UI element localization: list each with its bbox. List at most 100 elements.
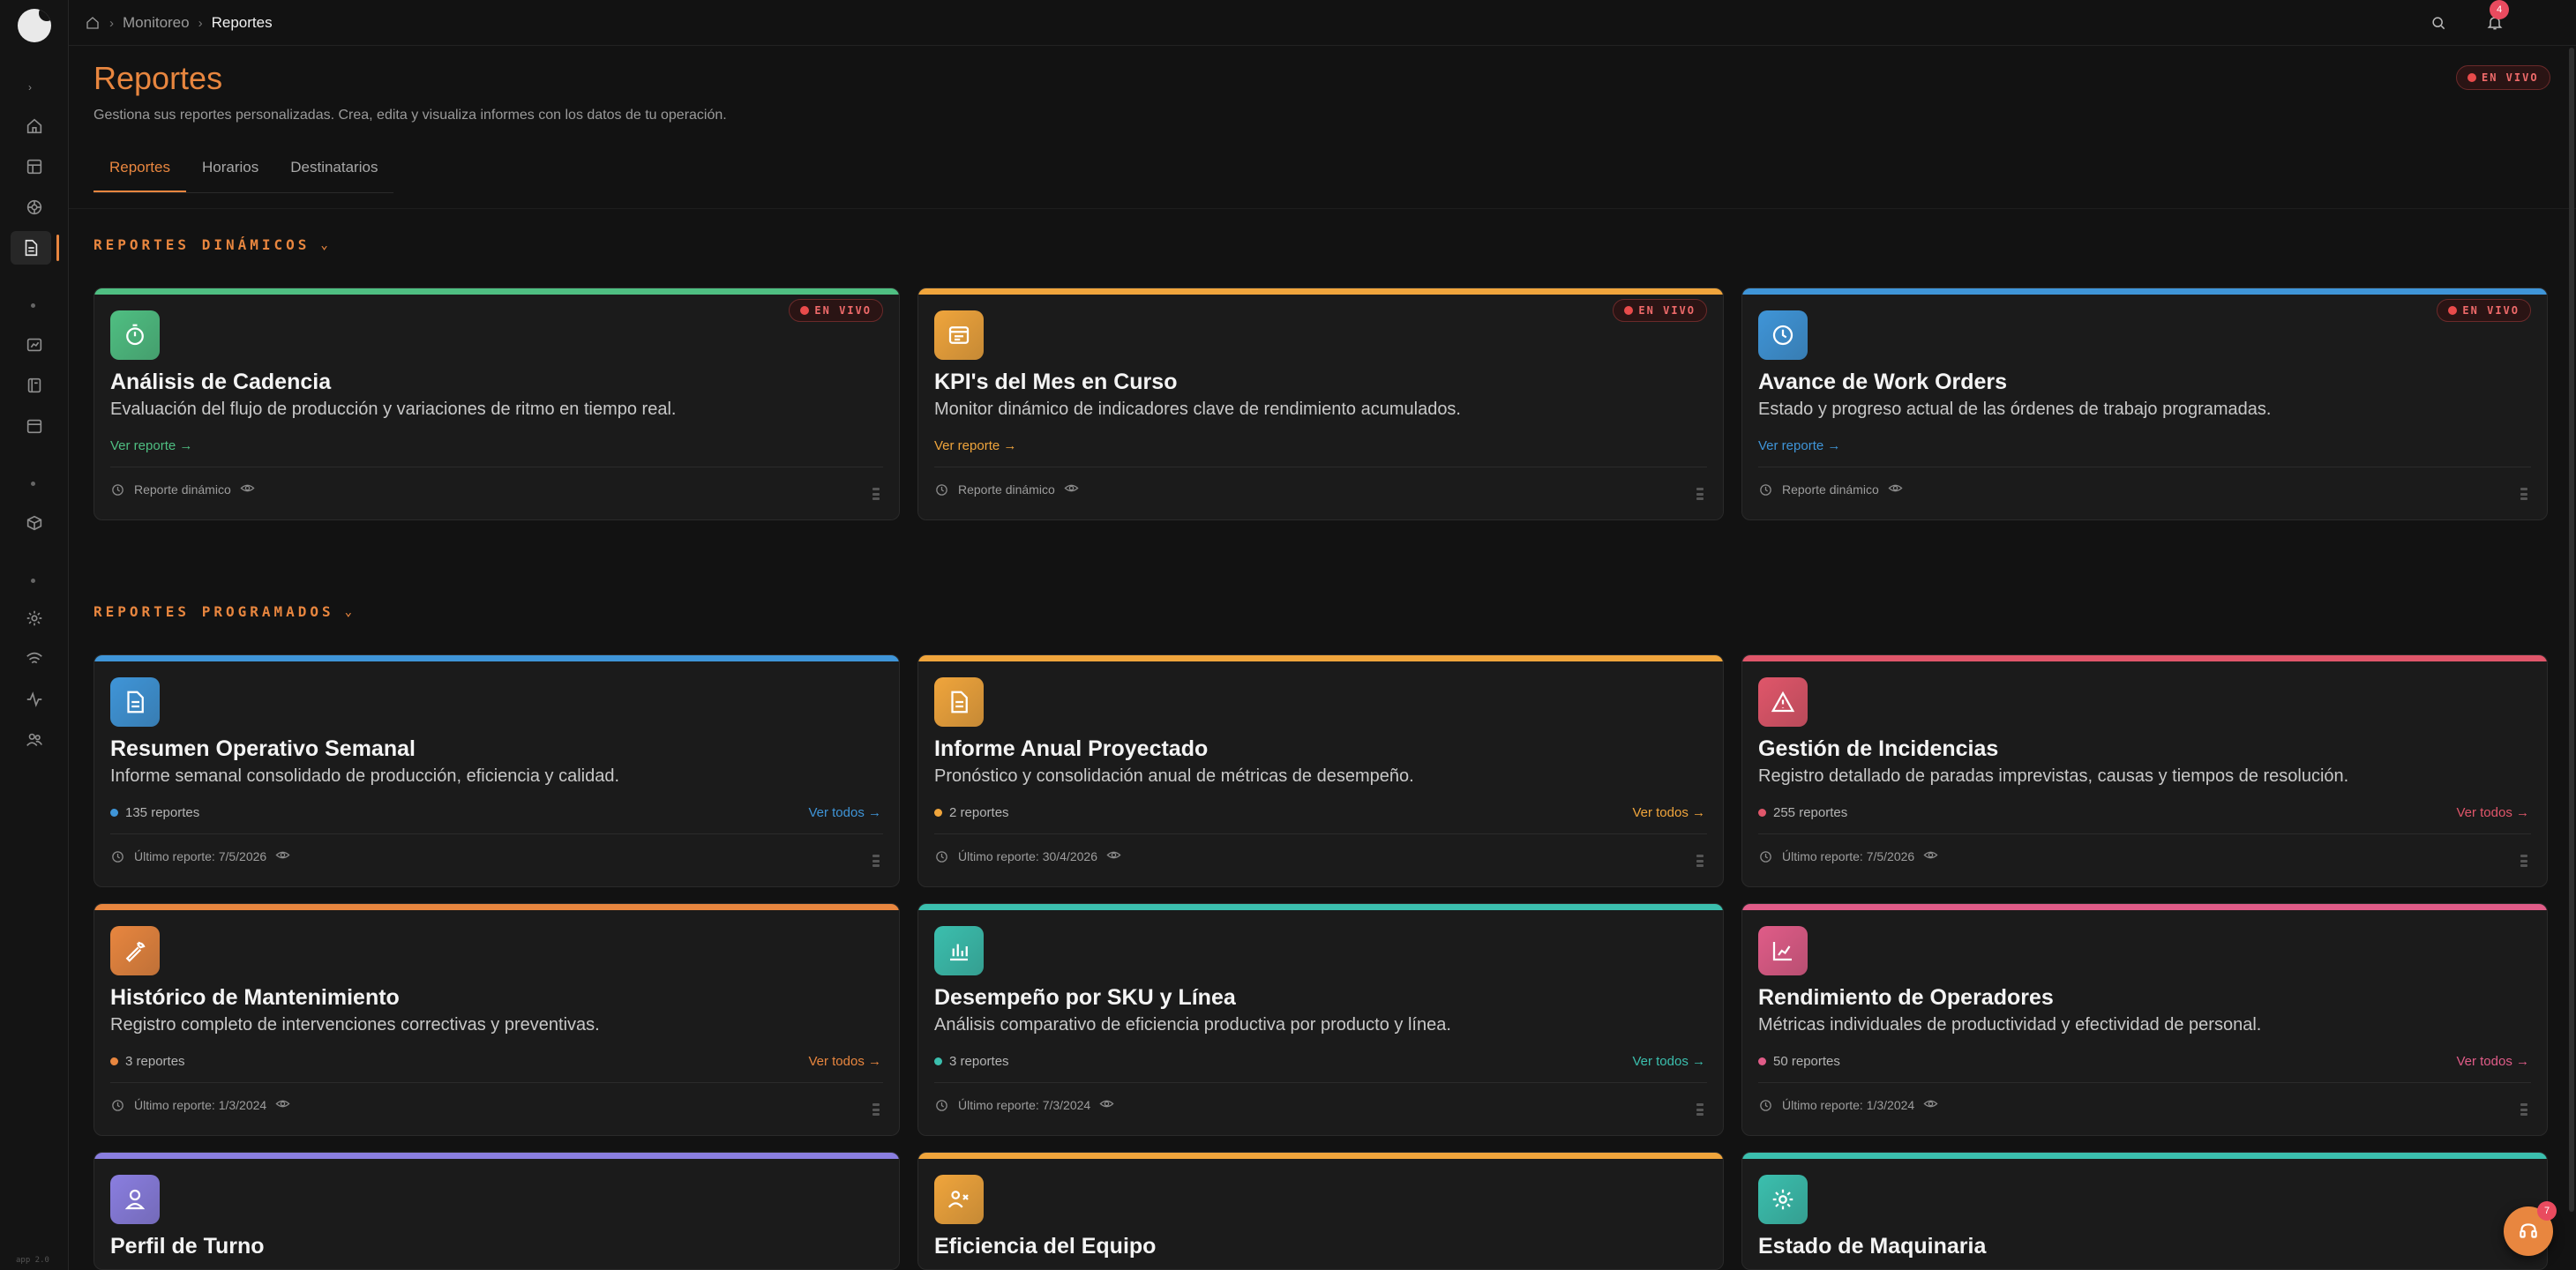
sidebar-item-reports[interactable]	[11, 231, 51, 265]
section-scheduled-header[interactable]: REPORTES PROGRAMADOS ⌄	[94, 603, 352, 620]
breadcrumb-monitoreo[interactable]: Monitoreo	[123, 14, 190, 32]
eye-icon[interactable]	[240, 481, 255, 498]
eye-icon[interactable]	[1888, 481, 1903, 498]
report-card-gestion-de-incidencias[interactable]: Gestión de Incidencias Registro detallado…	[1741, 654, 2548, 887]
live-dot-icon	[1624, 306, 1634, 315]
eye-icon[interactable]	[1106, 848, 1121, 865]
search-button[interactable]	[2426, 11, 2451, 35]
report-card-desempeno-por-sku-y-linea[interactable]: Desempeño por SKU y Línea Análisis compar…	[917, 903, 1724, 1136]
status-dot-icon	[1758, 1057, 1766, 1065]
analytics-icon	[26, 338, 42, 352]
view-report-link[interactable]: Ver reporte →	[1758, 438, 1840, 453]
live-badge-label: EN VIVO	[814, 304, 872, 317]
divider	[934, 833, 1707, 834]
view-report-link[interactable]: Ver reporte →	[934, 438, 1016, 453]
section-dynamic-header[interactable]: REPORTES DINÁMICOS ⌄	[94, 236, 328, 253]
sidebar-item-home[interactable]	[18, 109, 51, 143]
report-card-resumen-operativo-semanal[interactable]: Resumen Operativo Semanal Informe semanal…	[94, 654, 900, 887]
card-description: Informe semanal consolidado de producció…	[110, 766, 620, 786]
delete-icon[interactable]	[872, 1103, 880, 1116]
card-footer-label: Reporte dinámico	[134, 482, 231, 497]
delete-icon[interactable]	[2520, 1103, 2527, 1116]
sidebar-item-inventory[interactable]	[18, 506, 51, 540]
sidebar-item-users[interactable]	[18, 723, 51, 757]
card-accent-bar	[918, 1153, 1723, 1159]
status-dot-icon	[110, 809, 118, 817]
help-badge: 7	[2537, 1201, 2557, 1221]
report-card-eficiencia-del-equipo[interactable]: Eficiencia del Equipo	[917, 1152, 1724, 1270]
sidebar-item-connectivity[interactable]	[18, 642, 51, 676]
support-icon	[2520, 1223, 2537, 1238]
scrollbar[interactable]	[2569, 48, 2574, 1212]
report-card-rendimiento-de-operadores[interactable]: Rendimiento de Operadores Métricas indivi…	[1741, 903, 2548, 1136]
view-all-link[interactable]: Ver todos →	[1632, 1054, 1705, 1069]
view-all-link[interactable]: Ver todos →	[808, 805, 881, 820]
report-card-estado-de-maquinaria[interactable]: Estado de Maquinaria	[1741, 1152, 2548, 1270]
clock-icon	[112, 1099, 124, 1111]
view-all-link[interactable]: Ver todos →	[2456, 805, 2529, 820]
sidebar-item-activity[interactable]	[18, 683, 51, 716]
view-report-link[interactable]: Ver reporte →	[110, 438, 192, 453]
view-all-link[interactable]: Ver todos →	[808, 1054, 881, 1069]
bar-chart-icon	[934, 926, 984, 975]
tab-horarios[interactable]: Horarios	[186, 152, 274, 192]
report-card-analisis-de-cadencia[interactable]: Análisis de Cadencia EN VIVO Evaluación de…	[94, 288, 900, 520]
eye-icon[interactable]	[275, 848, 290, 865]
divider	[934, 1082, 1707, 1083]
card-title: Desempeño por SKU y Línea	[934, 985, 1236, 1010]
eye-icon[interactable]	[1099, 1096, 1114, 1114]
eye-icon[interactable]	[1064, 481, 1079, 498]
view-all-link[interactable]: Ver todos →	[2456, 1054, 2529, 1069]
tab-destinatarios[interactable]: Destinatarios	[274, 152, 393, 192]
live-dot-icon	[2448, 306, 2458, 315]
home-icon[interactable]	[85, 15, 101, 31]
card-title: Rendimiento de Operadores	[1758, 985, 2054, 1010]
card-footer: Reporte dinámico	[934, 481, 1079, 498]
app-logo[interactable]	[18, 9, 51, 42]
delete-icon[interactable]	[872, 488, 880, 500]
sidebar-item-dashboard[interactable]	[18, 150, 51, 183]
clock-icon	[1760, 483, 1771, 496]
report-card-perfil-de-turno[interactable]: Perfil de Turno	[94, 1152, 900, 1270]
clock-icon	[936, 850, 947, 863]
card-footer-label: Reporte dinámico	[958, 482, 1055, 497]
sidebar-item-documents[interactable]	[18, 369, 51, 402]
chevron-right-icon[interactable]: ›	[28, 82, 37, 93]
section-dynamic-label: REPORTES DINÁMICOS	[94, 236, 311, 253]
clock-icon	[936, 1099, 947, 1111]
active-indicator	[56, 235, 59, 261]
eye-icon[interactable]	[1923, 848, 1938, 865]
delete-icon[interactable]	[2520, 855, 2527, 867]
chevron-down-icon: ⌄	[344, 604, 353, 619]
sidebar-item-analytics[interactable]	[18, 328, 51, 362]
report-card-avance-de-work-orders[interactable]: Avance de Work Orders EN VIVO Estado y pro…	[1741, 288, 2548, 520]
app-version: app 2.0	[16, 1256, 49, 1265]
delete-icon[interactable]	[1696, 855, 1704, 867]
section-scheduled-label: REPORTES PROGRAMADOS	[94, 603, 334, 620]
card-accent-bar	[94, 1153, 899, 1159]
eye-icon[interactable]	[275, 1096, 290, 1114]
sidebar-item-monitor[interactable]	[18, 190, 51, 224]
report-card-informe-anual-proyectado[interactable]: Informe Anual Proyectado Pronóstico y con…	[917, 654, 1724, 887]
clock-icon	[112, 850, 124, 863]
clock-icon	[1760, 850, 1771, 863]
timer-icon	[110, 310, 160, 360]
report-count-label: 50 reportes	[1773, 1054, 1840, 1069]
divider	[69, 208, 2576, 209]
card-title: Perfil de Turno	[110, 1234, 265, 1259]
report-card-historico-de-mantenimiento[interactable]: Histórico de Mantenimiento Registro compl…	[94, 903, 900, 1136]
notebook-icon	[27, 377, 41, 393]
tab-reportes[interactable]: Reportes	[94, 152, 186, 192]
delete-icon[interactable]	[2520, 488, 2527, 500]
delete-icon[interactable]	[1696, 488, 1704, 500]
view-all-link[interactable]: Ver todos →	[1632, 805, 1705, 820]
report-card-kpi-s-del-mes-en-curso[interactable]: KPI's del Mes en Curso EN VIVO Monitor din…	[917, 288, 1724, 520]
sidebar-item-calendar[interactable]	[18, 409, 51, 443]
delete-icon[interactable]	[872, 855, 880, 867]
delete-icon[interactable]	[1696, 1103, 1704, 1116]
card-title: Resumen Operativo Semanal	[110, 736, 416, 761]
card-description: Evaluación del flujo de producción y var…	[110, 400, 677, 419]
eye-icon[interactable]	[1923, 1096, 1938, 1114]
card-accent-bar	[918, 288, 1723, 295]
sidebar-item-settings[interactable]	[18, 601, 51, 635]
